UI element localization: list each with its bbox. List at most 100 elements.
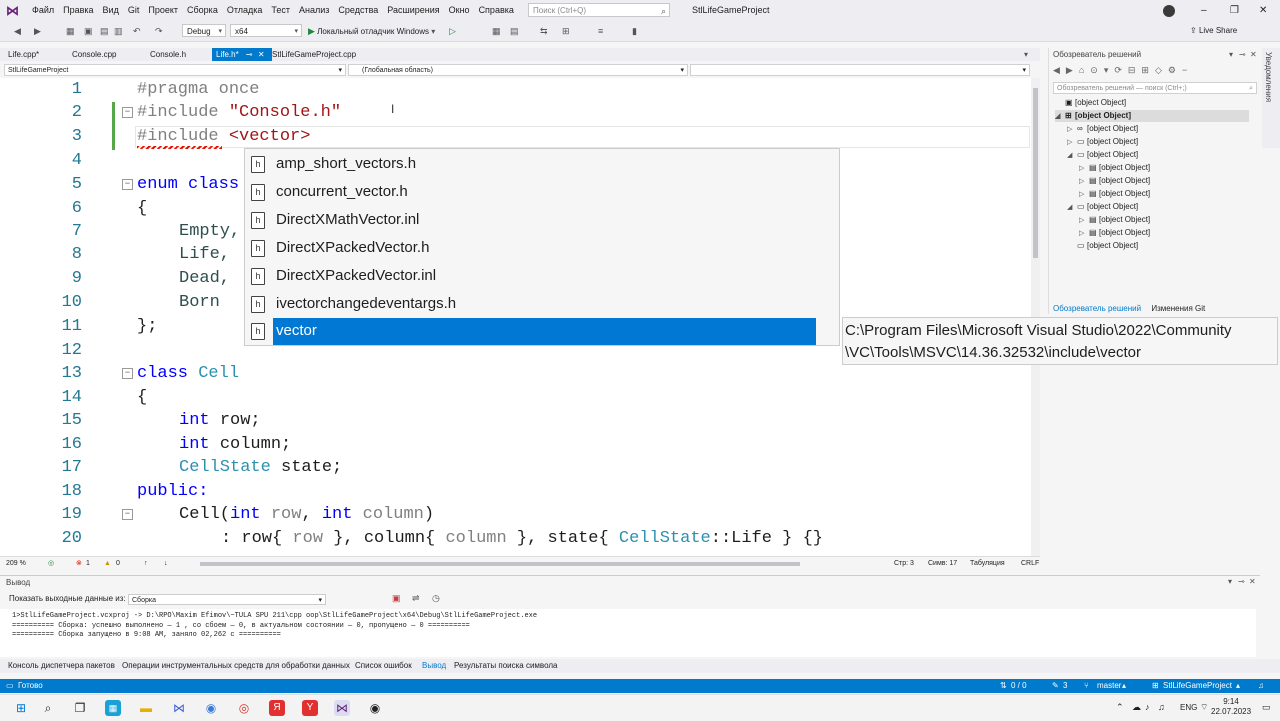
menu-analyze[interactable]: Анализ	[297, 0, 336, 21]
tree-node-source-files[interactable]: ◢ ▭ [object Object]	[1067, 149, 1138, 161]
tab-console-cpp[interactable]: Console.cpp	[68, 48, 120, 61]
output-text[interactable]: 1>StlLifeGameProject.vcxproj -> D:\RPO\M…	[0, 609, 1256, 657]
fold-toggle[interactable]: −	[122, 179, 133, 190]
menu-project[interactable]: Проект	[146, 0, 185, 21]
close-icon[interactable]: ✕	[258, 50, 265, 59]
notifications-side-tab[interactable]: Уведомления	[1262, 48, 1280, 148]
project-scope-select[interactable]: StlLifeGameProject ▾	[4, 64, 346, 76]
new-item-icon[interactable]: ▦	[66, 24, 75, 38]
tree-node-solution[interactable]: ▣ [object Object]	[1055, 97, 1126, 109]
line-ending[interactable]: CRLF	[1021, 557, 1039, 571]
autocomplete-item[interactable]: h concurrent_vector.h	[245, 178, 839, 206]
configuration-select[interactable]: Debug ▾	[182, 24, 226, 37]
undo-icon[interactable]: ↶	[133, 24, 141, 38]
pin-icon[interactable]: ⊸	[246, 50, 253, 59]
menu-window[interactable]: Окно	[447, 0, 477, 21]
yandex-browser-icon[interactable]: Я	[269, 700, 285, 716]
forward-icon[interactable]: ▶	[34, 24, 41, 38]
goto-error-icon[interactable]: ▣	[392, 593, 401, 604]
tab-solution-explorer[interactable]: Обозреватель решений	[1053, 304, 1141, 313]
menu-debug[interactable]: Отладка	[225, 0, 270, 21]
fold-toggle[interactable]: −	[122, 368, 133, 379]
tree-node-life-cpp[interactable]: ▷ ▤ [object Object]	[1079, 175, 1150, 187]
health-icon[interactable]: ◎	[48, 557, 54, 571]
chrome-icon[interactable]: ◎	[236, 700, 252, 716]
menu-tools[interactable]: Средства	[336, 0, 385, 21]
input-language[interactable]: ENG	[1180, 703, 1197, 712]
pin-icon[interactable]: ⊸	[1239, 48, 1246, 62]
menu-edit[interactable]: Правка	[61, 0, 100, 21]
pin-icon[interactable]: ⊸	[1238, 577, 1245, 586]
volume-icon[interactable]: ♫	[1158, 702, 1165, 712]
notification-bell-icon[interactable]: ♫	[1258, 679, 1264, 693]
task-view-icon[interactable]: ❐	[72, 700, 88, 716]
tool-icon[interactable]: ▦	[492, 24, 501, 38]
warning-count[interactable]: 0	[116, 557, 120, 571]
zoom-level[interactable]: 209 %	[6, 557, 26, 571]
arrow-down-icon[interactable]: ↓	[164, 557, 168, 571]
menu-help[interactable]: Справка	[477, 0, 521, 21]
windows-start-icon[interactable]: ⊞	[13, 700, 29, 716]
visual-studio-logo-icon[interactable]: ⋈	[6, 4, 20, 17]
tool-icon[interactable]: ⇆	[540, 24, 548, 38]
menu-file[interactable]: Файл	[30, 0, 61, 21]
tree-node-resource-files[interactable]: ▭ [object Object]	[1067, 240, 1138, 252]
tab-git-changes[interactable]: Изменения Git	[1151, 304, 1205, 313]
tree-node-console-h[interactable]: ▷ ▤ [object Object]	[1079, 214, 1150, 226]
store-icon[interactable]: ▦	[105, 700, 121, 716]
platform-select[interactable]: x64 ▾	[230, 24, 302, 37]
run-without-debug-icon[interactable]: ▷	[449, 24, 456, 38]
branch-name[interactable]: master	[1097, 679, 1121, 693]
tree-node-external-deps[interactable]: ▷ ▭ [object Object]	[1067, 136, 1138, 148]
repository-name[interactable]: StlLifeGameProject	[1163, 679, 1232, 693]
open-icon[interactable]: ▣	[84, 24, 93, 38]
tree-node-life-h[interactable]: ▷ ▤ [object Object]	[1079, 227, 1150, 239]
tab-data-tools[interactable]: Операции инструментальных средств для об…	[122, 659, 350, 673]
panel-menu-icon[interactable]: ▾	[1228, 577, 1232, 586]
redo-icon[interactable]: ↷	[155, 24, 163, 38]
error-icon[interactable]: ⊗	[76, 557, 82, 571]
microphone-icon[interactable]: ♪	[1145, 702, 1150, 712]
search-icon[interactable]: ⌕	[40, 700, 56, 716]
network-icon[interactable]: ⌔	[1200, 702, 1208, 713]
panel-menu-icon[interactable]: ▾	[1229, 48, 1233, 62]
solution-search-input[interactable]: Обозреватель решений — поиск (Ctrl+;) ⌕	[1053, 82, 1257, 94]
global-scope-select[interactable]: (Глобальная область) ▾	[348, 64, 688, 76]
global-search-input[interactable]: Поиск (Ctrl+Q) ⌕	[528, 3, 670, 17]
menu-view[interactable]: Вид	[101, 0, 126, 21]
tab-symbol-search[interactable]: Результаты поиска символа	[454, 659, 557, 673]
solution-toolbar[interactable]: ◀▶⌂⊙▾⟳⊟⊞◇⚙−	[1053, 65, 1193, 76]
tab-error-list[interactable]: Список ошибок	[355, 659, 412, 673]
autocomplete-item[interactable]: h DirectXPackedVector.h	[245, 234, 839, 262]
tree-node-references[interactable]: ▷ ∞ [object Object]	[1067, 123, 1138, 135]
sync-count[interactable]: 0 / 0	[1011, 679, 1027, 693]
save-all-icon[interactable]: ▥	[114, 24, 123, 38]
tree-node-console-cpp[interactable]: ▷ ▤ [object Object]	[1079, 162, 1150, 174]
tab-life-cpp[interactable]: Life.cpp*	[4, 48, 43, 61]
vs-code-icon[interactable]: ⋈	[171, 700, 187, 716]
menu-extensions[interactable]: Расширения	[385, 0, 446, 21]
indent-mode[interactable]: Табуляция	[970, 557, 1005, 571]
arrow-up-icon[interactable]: ↑	[144, 557, 148, 571]
notifications-icon[interactable]: ▭	[1262, 702, 1271, 713]
start-debugging-button[interactable]: ▶ Локальный отладчик Windows ▾	[308, 24, 435, 39]
maximize-icon[interactable]: ❐	[1230, 0, 1239, 21]
warning-icon[interactable]: ▲	[104, 557, 111, 571]
pending-changes[interactable]: 3	[1063, 679, 1067, 693]
menu-build[interactable]: Сборка	[185, 0, 225, 21]
fold-toggle[interactable]: −	[122, 509, 133, 520]
tree-node-project[interactable]: ◢ ⊞ [object Object]	[1055, 110, 1249, 122]
yandex-icon[interactable]: Y	[302, 700, 318, 716]
avatar[interactable]	[1163, 5, 1175, 17]
close-icon[interactable]: ✕	[1250, 48, 1257, 62]
tool-icon[interactable]: ▤	[510, 24, 519, 38]
fold-toggle[interactable]: −	[122, 107, 133, 118]
tab-console-h[interactable]: Console.h	[146, 48, 190, 61]
autocomplete-item-selected[interactable]: h vector	[245, 317, 839, 345]
tab-package-manager-console[interactable]: Консоль диспетчера пакетов	[8, 659, 115, 673]
tab-output[interactable]: Вывод	[422, 659, 446, 673]
chevron-up-icon[interactable]: ⌃	[1116, 702, 1124, 713]
clock-icon[interactable]: ◷	[432, 593, 440, 604]
cloud-icon[interactable]: ☁	[1132, 702, 1141, 713]
menu-test[interactable]: Тест	[269, 0, 297, 21]
